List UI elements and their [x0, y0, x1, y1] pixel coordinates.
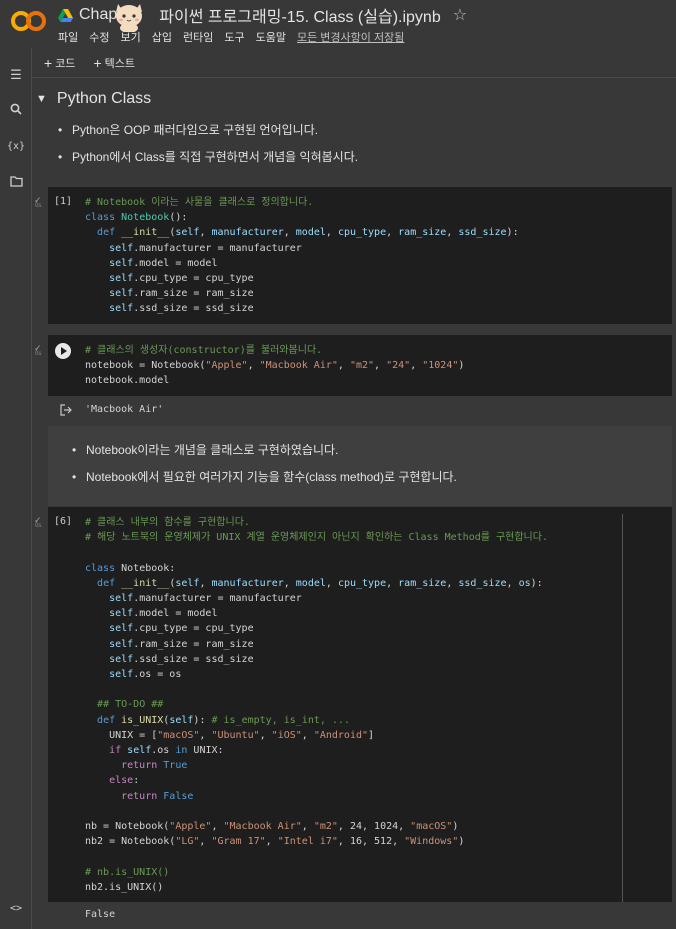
code-cell[interactable]: [6] # 클래스 내부의 함수를 구현합니다. # 해당 노트북의 운영체제가… [48, 507, 672, 902]
cell-output: False [85, 909, 116, 920]
menu-bar: 파일 수정 보기 삽입 런타임 도구 도움말 모든 변경사항이 저장됨 [58, 29, 404, 45]
list-item: Python에서 Class를 직접 구현하면서 개념을 익혀봅시다. [72, 144, 358, 171]
left-sidebar: ☰ {x} <> [0, 48, 32, 929]
code-editor[interactable]: # Notebook 이라는 사물을 클래스로 정의합니다. class Not… [85, 195, 519, 317]
collapse-caret-icon[interactable]: ▼ [36, 93, 47, 105]
cell-status: ✓ 0s [34, 343, 42, 357]
execution-count: [1] [54, 196, 73, 207]
menu-edit[interactable]: 수정 [89, 29, 109, 45]
list-item: Notebook에서 필요한 여러가지 기능을 함수(class method)… [86, 464, 457, 491]
section-heading: ▼ Python Class [36, 90, 151, 108]
drive-icon[interactable] [58, 8, 73, 22]
cell-output: 'Macbook Air' [85, 404, 164, 415]
add-text-button[interactable]: + 텍스트 [93, 54, 135, 71]
header: Chap 파이썬 프로그래밍-15. Class (실습).ipynb ☆ 파일… [0, 0, 676, 48]
star-icon[interactable]: ☆ [453, 5, 467, 25]
menu-file[interactable]: 파일 [58, 29, 78, 45]
code-cell[interactable]: # 클래스의 생성자(constructor)를 불러와봅니다. noteboo… [48, 335, 672, 396]
text-cell-bullets: Notebook이라는 개념을 클래스로 구현하였습니다. Notebook에서… [86, 437, 457, 491]
add-code-button[interactable]: + 코드 [44, 54, 75, 71]
menu-tools[interactable]: 도구 [224, 29, 244, 45]
list-item: Notebook이라는 개념을 클래스로 구현하였습니다. [86, 437, 457, 464]
menu-view[interactable]: 보기 [121, 29, 141, 45]
section-title: Python Class [56, 90, 152, 107]
cell-status: ✓ 0s [34, 195, 42, 209]
cell-scrollbar[interactable] [622, 514, 623, 902]
intro-bullets: Python은 OOP 패러다임으로 구현된 언어입니다. Python에서 C… [72, 117, 358, 171]
code-snippets-icon[interactable]: <> [7, 900, 25, 918]
menu-insert[interactable]: 삽입 [152, 29, 172, 45]
variables-icon[interactable]: {x} [7, 138, 25, 156]
code-editor[interactable]: # 클래스 내부의 함수를 구현합니다. # 해당 노트북의 운영체제가 UNI… [85, 515, 548, 895]
run-cell-button[interactable] [55, 343, 71, 359]
menu-help[interactable]: 도움말 [256, 29, 286, 45]
toc-icon[interactable]: ☰ [7, 66, 25, 84]
code-cell[interactable]: [1] # Notebook 이라는 사물을 클래스로 정의합니다. class… [48, 187, 672, 324]
cat-mascot-icon [116, 4, 142, 32]
colab-logo[interactable] [11, 9, 47, 33]
notebook-title[interactable]: 파이썬 프로그래밍-15. Class (실습).ipynb [159, 3, 440, 27]
output-redirect-icon[interactable] [60, 404, 74, 418]
menu-runtime[interactable]: 런타임 [183, 29, 213, 45]
list-item: Python은 OOP 패러다임으로 구현된 언어입니다. [72, 117, 358, 144]
search-icon[interactable] [7, 102, 25, 120]
execution-count: [6] [54, 516, 73, 527]
folder-icon[interactable] [7, 174, 25, 192]
saved-status[interactable]: 모든 변경사항이 저장됨 [297, 29, 404, 45]
code-editor[interactable]: # 클래스의 생성자(constructor)를 불러와봅니다. noteboo… [85, 343, 464, 389]
cell-status: ✓ 0s [34, 515, 42, 529]
cell-toolbar: + 코드 + 텍스트 [32, 48, 676, 78]
